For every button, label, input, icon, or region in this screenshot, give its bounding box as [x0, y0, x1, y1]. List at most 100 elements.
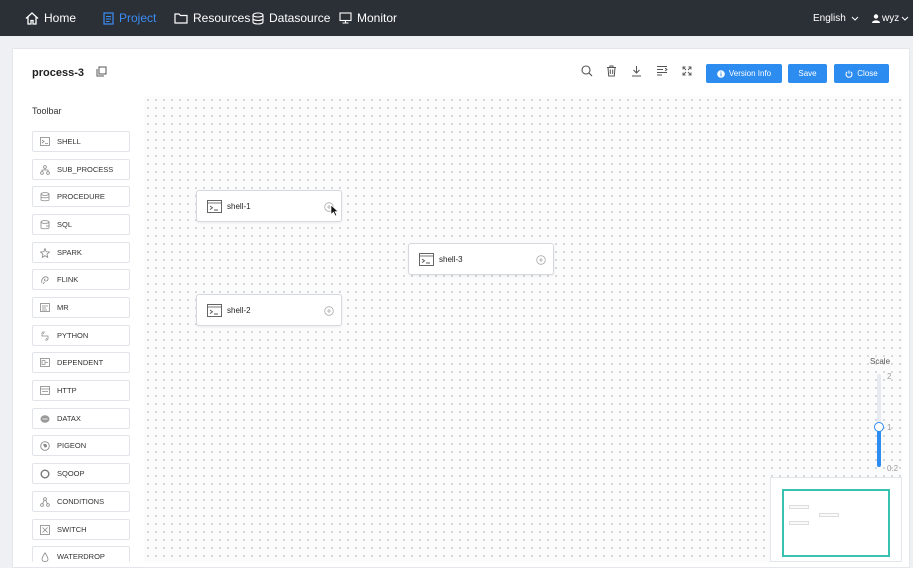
mouse-cursor-icon [330, 204, 339, 217]
nav-project[interactable]: Project [103, 0, 156, 36]
tool-label: PROCEDURE [57, 192, 105, 201]
save-button[interactable]: Save [788, 64, 827, 83]
shell-icon [40, 137, 50, 147]
switch-icon [40, 524, 50, 535]
nav-home-label: Home [44, 11, 77, 25]
chevron-down-icon [901, 16, 909, 21]
node-label: shell-2 [227, 306, 251, 315]
sql-icon [40, 219, 50, 230]
procedure-icon [40, 191, 50, 202]
shell-icon [207, 200, 222, 216]
chevron-down-icon [851, 16, 859, 21]
shell-icon [207, 304, 222, 320]
task-node-shell-1[interactable]: shell-1 [196, 190, 342, 222]
project-icon [103, 11, 114, 25]
dag-header: process-3 Version Info Save Close [18, 56, 902, 90]
top-navigation: Home Project Resources Datasource Monito… [0, 0, 913, 36]
tool-label: SQOOP [57, 469, 85, 478]
minimap-viewport[interactable] [782, 489, 890, 557]
scale-current: 1 [887, 423, 892, 432]
tool-label: CONDITIONS [57, 497, 105, 506]
tool-sqoop[interactable]: SQOOP [32, 463, 130, 484]
flink-icon [40, 275, 50, 285]
tool-label: SQL [57, 220, 73, 229]
tool-label: PYTHON [57, 331, 89, 340]
tool-procedure[interactable]: PROCEDURE [32, 186, 130, 207]
tool-label: HTTP [57, 386, 77, 395]
info-icon [717, 69, 725, 78]
add-connection-icon[interactable] [324, 305, 334, 319]
minimap-node [789, 521, 809, 525]
tool-label: SUB_PROCESS [57, 165, 114, 174]
tool-label: SPARK [57, 248, 82, 257]
tool-spark[interactable]: SPARK [32, 242, 130, 263]
download-icon[interactable] [631, 65, 642, 80]
node-label: shell-3 [439, 255, 463, 264]
version-info-label: Version Info [728, 69, 772, 78]
tool-shell[interactable]: SHELL [32, 131, 130, 152]
tool-label: MR [57, 303, 69, 312]
python-icon [40, 331, 50, 341]
tool-sub-process[interactable]: SUB_PROCESS [32, 159, 130, 180]
format-icon[interactable] [656, 65, 668, 79]
mr-icon [40, 303, 50, 313]
spark-icon [40, 247, 50, 258]
waterdrop-icon [40, 551, 50, 562]
tool-flink[interactable]: FLINK [32, 269, 130, 290]
node-label: shell-1 [227, 202, 251, 211]
scale-label: Scale [870, 357, 891, 366]
add-connection-icon[interactable] [536, 254, 546, 268]
nav-project-label: Project [119, 11, 157, 25]
fullscreen-icon[interactable] [682, 65, 692, 79]
close-button[interactable]: Close [834, 64, 889, 83]
nav-datasource-label: Datasource [269, 11, 331, 25]
tool-mr[interactable]: MR [32, 297, 130, 318]
nav-resources[interactable]: Resources [174, 0, 250, 36]
user-menu[interactable]: wyz [872, 0, 909, 36]
tool-label: SHELL [57, 137, 81, 146]
tool-pigeon[interactable]: PIGEON [32, 435, 130, 456]
nav-resources-label: Resources [193, 11, 251, 25]
task-node-shell-2[interactable]: shell-2 [196, 294, 342, 326]
nav-home[interactable]: Home [25, 0, 76, 36]
task-toolbar: Toolbar SHELL SUB_PROCESS PROCEDURE SQL … [18, 96, 144, 562]
tool-switch[interactable]: SWITCH [32, 519, 130, 540]
database-icon [252, 11, 264, 25]
close-label: Close [857, 69, 878, 78]
home-icon [25, 11, 39, 25]
task-node-shell-3[interactable]: shell-3 [408, 243, 554, 275]
nav-monitor-label: Monitor [357, 11, 398, 25]
scale-max: 2 [887, 372, 892, 381]
tool-label: WATERDROP [57, 552, 105, 561]
tool-sql[interactable]: SQL [32, 214, 130, 235]
tool-http[interactable]: HTTP [32, 380, 130, 401]
monitor-icon [339, 12, 352, 24]
scale-slider-fill [877, 427, 881, 467]
nav-monitor[interactable]: Monitor [339, 0, 397, 36]
sqoop-icon [40, 469, 50, 479]
toolbar-title: Toolbar [32, 106, 62, 116]
tool-waterdrop[interactable]: WATERDROP [32, 546, 130, 562]
nav-datasource[interactable]: Datasource [252, 0, 330, 36]
tool-python[interactable]: PYTHON [32, 325, 130, 346]
power-icon [845, 70, 853, 78]
scale-slider-handle[interactable] [874, 422, 884, 432]
save-label: Save [798, 69, 817, 78]
copy-icon[interactable] [96, 66, 107, 80]
scale-min: 0.2 [887, 464, 899, 473]
tool-dependent[interactable]: DEPENDENT [32, 352, 130, 373]
version-info-button[interactable]: Version Info [706, 64, 782, 83]
tool-datax[interactable]: DATAX [32, 408, 130, 429]
shell-icon [419, 253, 434, 269]
tool-conditions[interactable]: CONDITIONS [32, 491, 130, 512]
sub-process-icon [40, 164, 50, 175]
tool-label: DEPENDENT [57, 358, 104, 367]
datax-icon [40, 414, 50, 424]
language-select[interactable]: English [813, 0, 859, 36]
user-label: wyz [882, 12, 900, 24]
pigeon-icon [40, 440, 50, 451]
delete-icon[interactable] [606, 65, 617, 80]
search-icon[interactable] [581, 65, 593, 80]
tool-label: PIGEON [57, 441, 87, 450]
dependent-icon [40, 358, 50, 368]
